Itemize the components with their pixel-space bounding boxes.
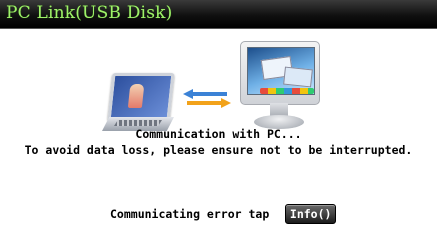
monitor-icon bbox=[240, 41, 320, 137]
window-title: PC Link(USB Disk) bbox=[6, 3, 173, 23]
error-row: Communicating error tap Info() bbox=[110, 203, 337, 224]
error-label: Communicating error tap bbox=[110, 206, 270, 221]
transfer-arrows-icon bbox=[183, 89, 231, 109]
title-bar: PC Link(USB Disk) bbox=[0, 0, 437, 29]
info-button[interactable]: Info() bbox=[284, 203, 337, 224]
status-message: Communication with PC... bbox=[135, 127, 302, 141]
warning-message: To avoid data loss, please ensure not to… bbox=[24, 143, 413, 157]
pc-link-panel: Communication with PC... To avoid data l… bbox=[0, 29, 437, 248]
